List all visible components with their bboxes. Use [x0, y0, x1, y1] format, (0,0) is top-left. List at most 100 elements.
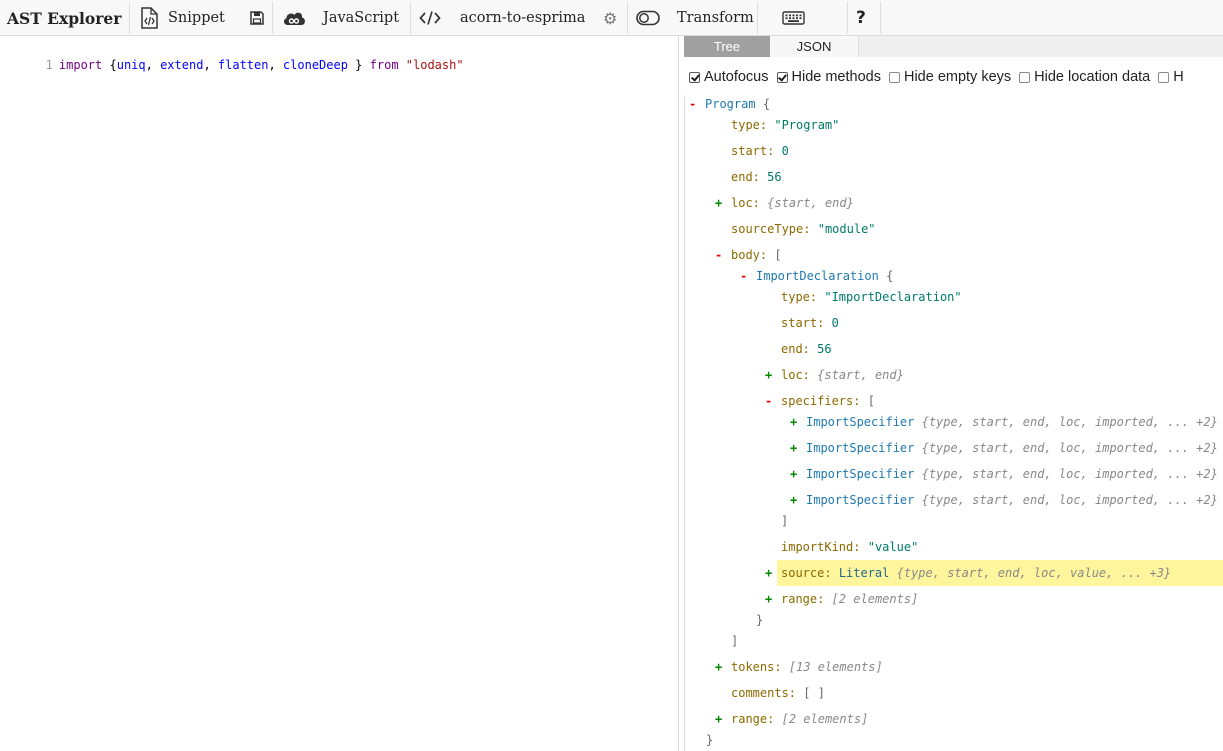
node-type: Program: [705, 97, 756, 111]
keyboard-shortcuts-button[interactable]: [782, 0, 805, 36]
toolbar: AST Explorer Snippet JavaScript acorn-to…: [0, 0, 1223, 36]
property-key: body:: [731, 248, 768, 262]
snippet-button[interactable]: Snippet: [139, 0, 225, 36]
property-comments: comments: [ ]: [731, 684, 825, 702]
hide-location-data-label: Hide location data: [1034, 69, 1151, 85]
hide-type-keys-label: H: [1173, 69, 1184, 85]
expand-toggle[interactable]: +: [790, 491, 797, 509]
property-key: range:: [781, 592, 825, 606]
property-importkind: importKind: "value": [781, 538, 918, 556]
property-key: type:: [731, 118, 768, 132]
hide-location-data-option[interactable]: Hide location data: [1019, 69, 1150, 85]
closing-brace: }: [706, 733, 714, 747]
hide-empty-keys-label: Hide empty keys: [903, 69, 1012, 85]
code-token: }: [347, 58, 370, 72]
code-token: "lodash": [405, 58, 464, 72]
output-tabs: Tree JSON: [684, 36, 1223, 57]
hide-empty-keys-option[interactable]: Hide empty keys: [888, 69, 1012, 85]
help-icon: ?: [856, 8, 866, 28]
tree-options: Autofocus Hide methods Hide empty keys H…: [689, 67, 1192, 87]
hide-methods-option[interactable]: Hide methods: [776, 69, 881, 85]
language-selector[interactable]: JavaScript: [282, 0, 399, 36]
collapse-toggle[interactable]: -: [715, 246, 722, 264]
property-key: type:: [781, 290, 818, 304]
tab-json[interactable]: JSON: [770, 36, 859, 57]
snippet-file-icon: [139, 7, 159, 29]
hide-type-keys-option[interactable]: H: [1158, 69, 1184, 85]
hide-type-keys-checkbox[interactable]: [1158, 71, 1170, 83]
help-button[interactable]: ?: [856, 0, 866, 36]
brace: {: [886, 269, 894, 283]
expand-toggle[interactable]: +: [715, 658, 722, 676]
node-summary: [13 elements]: [788, 660, 883, 674]
parser-label: acorn-to-esprima: [460, 10, 586, 26]
node-summary: [2 elements]: [781, 712, 869, 726]
code-token: cloneDeep: [282, 58, 348, 72]
expand-toggle[interactable]: +: [715, 194, 722, 212]
save-button[interactable]: [250, 0, 264, 36]
transform-label: Transform: [677, 10, 754, 26]
node-type: ImportSpecifier: [806, 467, 915, 481]
expand-toggle[interactable]: +: [790, 413, 797, 431]
autofocus-checkbox[interactable]: [689, 71, 700, 83]
property-key: start:: [781, 316, 825, 330]
node-summary: {type, start, end, loc, value, ... +3}: [896, 566, 1172, 580]
expand-toggle[interactable]: +: [790, 439, 797, 457]
property-key: loc:: [781, 368, 810, 382]
hide-methods-label: Hide methods: [791, 69, 881, 85]
code-editor[interactable]: 1 import {uniq, extend, flatten, cloneDee…: [0, 36, 679, 751]
property-key: specifiers:: [781, 394, 861, 408]
node-summary: {type, start, end, loc, imported, ... +2…: [921, 441, 1218, 455]
property-value: 56: [817, 342, 832, 356]
property-type: type: "ImportDeclaration": [781, 288, 962, 306]
parser-selector[interactable]: acorn-to-esprima: [419, 0, 585, 36]
node-type: ImportSpecifier: [806, 415, 915, 429]
property-key: end:: [781, 342, 810, 356]
property-key: importKind:: [781, 540, 861, 554]
tab-tree[interactable]: Tree: [684, 36, 770, 57]
expand-toggle[interactable]: +: [790, 465, 797, 483]
node-summary: {type, start, end, loc, imported, ... +2…: [921, 493, 1218, 507]
property-value: 0: [781, 144, 789, 158]
code-token: import: [58, 58, 103, 72]
expand-toggle[interactable]: +: [765, 590, 772, 608]
autofocus-label: Autofocus: [704, 69, 769, 85]
code-token: extend: [160, 58, 204, 72]
hide-methods-checkbox[interactable]: [776, 71, 788, 83]
editor-line[interactable]: 1 import {uniq, extend, flatten, cloneDee…: [0, 41, 464, 72]
code-token: {: [102, 58, 117, 72]
snippet-label: Snippet: [168, 10, 225, 26]
collapse-toggle[interactable]: -: [689, 95, 696, 113]
hide-location-data-checkbox[interactable]: [1019, 71, 1031, 83]
node-summary: {start, end}: [767, 196, 854, 210]
property-value: "Program": [774, 118, 840, 132]
property-end: end: 56: [781, 340, 832, 358]
hide-empty-keys-checkbox[interactable]: [888, 71, 900, 83]
transform-toggle[interactable]: Transform: [636, 0, 754, 36]
property-type: type: "Program": [731, 116, 839, 134]
closing-brace: }: [756, 613, 764, 627]
property-sourcetype: sourceType: "module": [731, 220, 876, 238]
property-key: start:: [731, 144, 775, 158]
property-value: 56: [767, 170, 782, 184]
node-type: ImportSpecifier: [806, 441, 915, 455]
expand-toggle[interactable]: +: [765, 366, 772, 384]
language-label: JavaScript: [323, 10, 400, 26]
property-key: sourceType:: [731, 222, 811, 236]
collapse-toggle[interactable]: -: [765, 392, 772, 410]
property-value: "ImportDeclaration": [824, 290, 962, 304]
collapse-toggle[interactable]: -: [740, 267, 747, 285]
property-key: range:: [731, 712, 775, 726]
brace: {: [762, 97, 771, 111]
node-summary: [2 elements]: [831, 592, 919, 606]
expand-toggle[interactable]: +: [765, 564, 772, 582]
node-summary: {type, start, end, loc, imported, ... +2…: [921, 415, 1218, 429]
bracket: [: [774, 248, 782, 262]
code-token: ,: [145, 58, 161, 72]
parser-settings-button[interactable]: ⚙: [603, 0, 617, 36]
node-summary: {start, end}: [817, 368, 904, 382]
property-value: "module": [817, 222, 876, 236]
cloud-icon: [282, 10, 306, 26]
autofocus-option[interactable]: Autofocus: [689, 69, 769, 85]
expand-toggle[interactable]: +: [715, 710, 722, 728]
